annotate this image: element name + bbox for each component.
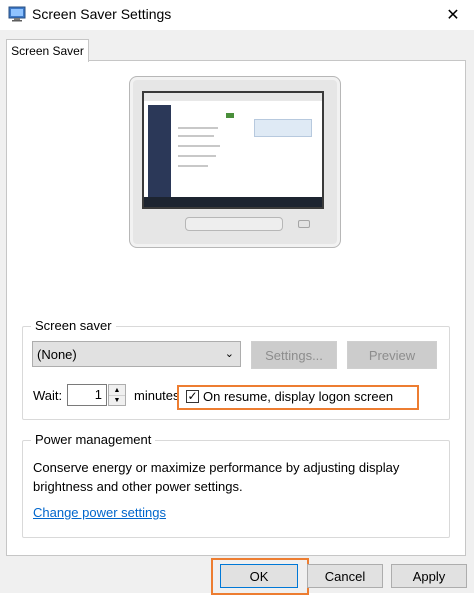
preview-screen [142,91,324,209]
preview-text-line [178,145,220,147]
tab-screen-saver[interactable]: Screen Saver [6,39,89,62]
wait-label: Wait: [33,388,63,403]
preview-sidebar [148,105,171,199]
minutes-label: minutes [134,388,180,403]
preview-panel [254,119,312,137]
change-power-settings-link[interactable]: Change power settings [33,505,166,520]
apply-button[interactable]: Apply [391,564,467,588]
settings-button[interactable]: Settings... [251,341,337,369]
cancel-button[interactable]: Cancel [307,564,383,588]
ok-button[interactable]: OK [220,564,298,588]
wait-minutes-spinner[interactable]: ▲ ▼ [108,384,126,406]
preview-text-line [178,127,218,129]
spin-down-icon[interactable]: ▼ [109,395,125,405]
preview-text-line [178,165,208,167]
screen-saver-select[interactable]: (None) ⌄ [32,341,241,367]
preview-taskbar [144,197,322,207]
preview-button[interactable]: Preview [347,341,437,369]
screen-preview-monitor [129,76,341,248]
preview-window-bar [144,93,322,101]
title-bar: Screen Saver Settings ✕ [0,0,474,30]
window-title: Screen Saver Settings [32,6,172,22]
monitor-power-led [298,220,310,228]
logon-screen-checkbox[interactable]: ✓ [186,390,199,403]
preview-logo [226,113,234,118]
power-management-group-label: Power management [31,432,156,447]
chevron-down-icon[interactable]: ⌄ [225,347,234,360]
close-icon[interactable]: ✕ [446,5,459,25]
screen-saver-select-value: (None) [37,346,77,362]
logon-screen-label[interactable]: On resume, display logon screen [203,389,393,404]
monitor-slot [185,217,283,231]
power-description: Conserve energy or maximize performance … [33,460,400,494]
screen-saver-group-label: Screen saver [31,318,116,333]
preview-text-line [178,155,216,157]
wait-minutes-input[interactable]: 1 [67,384,107,406]
preview-text-line [178,135,214,137]
close-button[interactable]: ✕ [432,0,474,30]
screen-saver-icon [8,6,26,22]
